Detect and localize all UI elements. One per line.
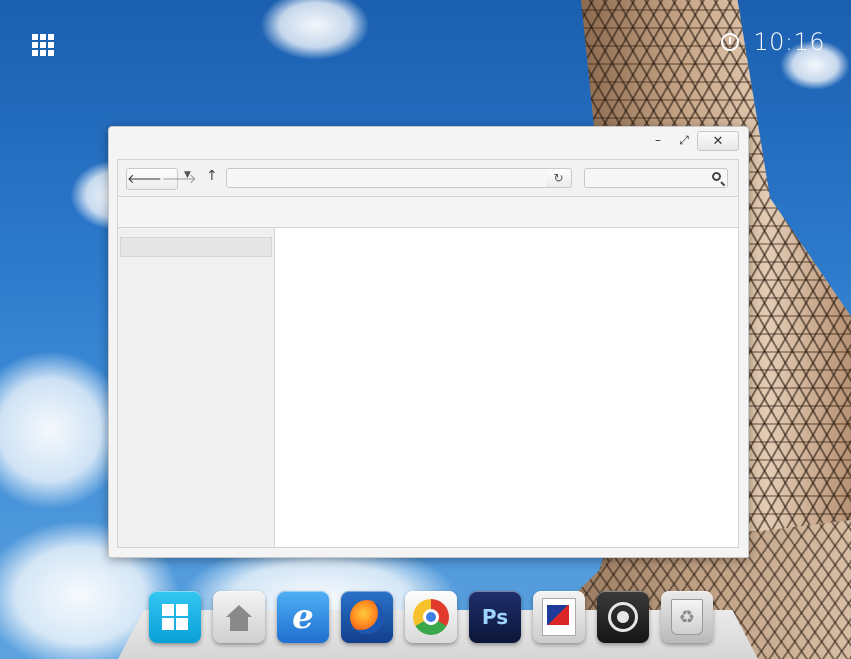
pdf-icon[interactable] [533, 591, 585, 643]
steam-icon[interactable] [597, 591, 649, 643]
history-dropdown-icon[interactable]: ▼ [184, 170, 191, 180]
search-input[interactable] [584, 168, 728, 188]
maximize-button[interactable]: ⤢ [671, 131, 697, 149]
recycle-glyph: ♻ [671, 599, 703, 635]
forward-button[interactable]: 🡒 [162, 169, 197, 189]
navigation-toolbar: 🡐 🡒 ▼ ↑ ⌄ ↻ [117, 159, 739, 197]
windows-logo-icon[interactable] [149, 591, 201, 643]
close-button[interactable]: ✕ [697, 131, 739, 151]
command-bar [117, 197, 739, 228]
minimize-button[interactable]: – [645, 131, 671, 149]
up-button[interactable]: ↑ [206, 168, 218, 184]
sidebar-item[interactable] [120, 237, 272, 257]
explorer-body [117, 228, 739, 548]
cloud [260, 0, 370, 60]
chrome-icon[interactable] [405, 591, 457, 643]
clock: 10:16 [753, 28, 825, 56]
back-button[interactable]: 🡐 [127, 169, 162, 189]
search-icon[interactable] [712, 172, 721, 181]
dock: e Ps ♻ [149, 591, 713, 643]
clock-area: 10:16 [721, 28, 825, 56]
app-grid-icon[interactable] [32, 34, 54, 56]
file-list-area[interactable] [275, 228, 738, 547]
navigation-pane [118, 228, 275, 547]
nav-buttons: 🡐 🡒 [126, 168, 197, 190]
recycle-bin-icon[interactable]: ♻ [661, 591, 713, 643]
window-controls: – ⤢ ✕ [645, 131, 739, 151]
file-explorer-window: – ⤢ ✕ 🡐 🡒 ▼ ↑ ⌄ ↻ [108, 126, 749, 558]
firefox-icon[interactable] [341, 591, 393, 643]
home-icon[interactable] [213, 591, 265, 643]
address-bar[interactable]: ⌄ [226, 168, 570, 188]
power-icon[interactable] [721, 33, 740, 51]
refresh-button[interactable]: ↻ [546, 168, 572, 188]
internet-explorer-icon[interactable]: e [277, 591, 329, 643]
photoshop-icon[interactable]: Ps [469, 591, 521, 643]
